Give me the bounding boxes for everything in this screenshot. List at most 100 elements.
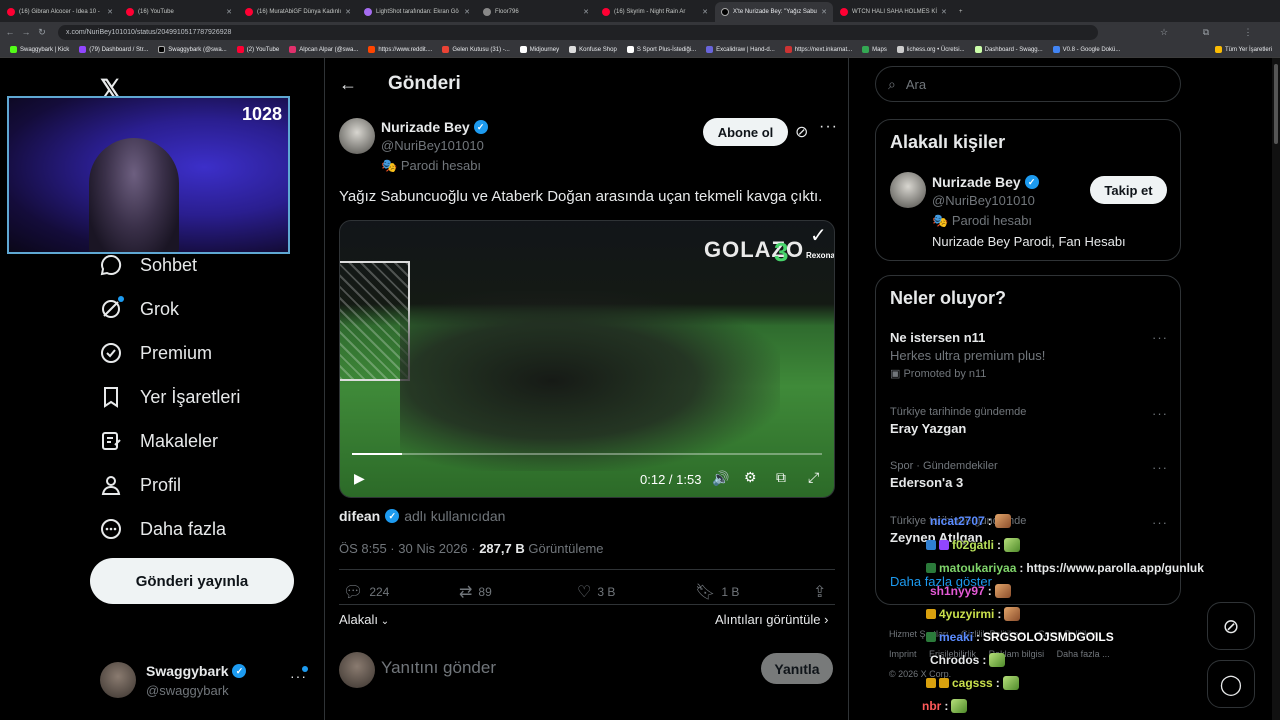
all-bookmarks[interactable]: Tüm Yer İşaretleri: [1214, 46, 1272, 53]
account-switcher[interactable]: Swaggybark ✓ @swaggybark ···: [100, 662, 314, 702]
subscribe-button[interactable]: Abone ol: [703, 118, 788, 146]
fullscreen-icon[interactable]: ⤢: [808, 469, 819, 486]
more-icon[interactable]: ···: [1152, 460, 1168, 475]
bookmark-item[interactable]: (2) YouTube: [236, 46, 279, 53]
chat-link[interactable]: https://www.parolla.app/gunluk: [1026, 561, 1204, 575]
nav-item-bookmarks[interactable]: Yer İşaretleri: [100, 386, 240, 408]
nav-item-profile[interactable]: Profil: [100, 474, 181, 496]
video-progress-bar[interactable]: [352, 453, 822, 455]
bookmark-item[interactable]: Gelen Kutusu (31) -...: [442, 46, 510, 53]
video-player[interactable]: GOLAZO 3 ✓ Rexona ▶ 0:12 / 1:53 🔊 ⚙ ⧉ ⤢: [339, 220, 835, 498]
video-progress-fill: [352, 453, 402, 455]
author-name[interactable]: Nurizade Bey ✓: [381, 119, 488, 135]
nav-item-grok[interactable]: Grok: [100, 296, 179, 320]
close-icon[interactable]: ✕: [345, 8, 351, 16]
bookmark-item[interactable]: https://www.reddit....: [368, 46, 432, 53]
like-action[interactable]: ♡ 3 B: [577, 582, 615, 602]
more-icon[interactable]: ···: [1152, 406, 1168, 421]
scrollbar-thumb[interactable]: [1274, 64, 1278, 144]
scrollbar[interactable]: [1272, 58, 1280, 720]
bookmark-item[interactable]: V0.8 - Google Dokü...: [1052, 46, 1120, 53]
more-icon[interactable]: ···: [819, 118, 838, 136]
chat-message: 4yuzyirmi:: [926, 607, 1021, 621]
avatar[interactable]: [890, 172, 926, 208]
forward-icon[interactable]: →: [20, 27, 32, 37]
bookmark-item[interactable]: Swaggybark (@swa...: [158, 46, 227, 53]
mask-icon: 🎭: [932, 213, 949, 228]
more-icon[interactable]: ···: [1152, 330, 1168, 345]
settings-gear-icon[interactable]: ⚙: [744, 469, 757, 486]
bookmark-item[interactable]: Maps: [862, 46, 887, 53]
close-icon[interactable]: ✕: [464, 8, 470, 16]
trend-item[interactable]: Ne istersen n11 Herkes ultra premium plu…: [890, 330, 1170, 380]
footer-link[interactable]: Imprint: [889, 649, 917, 659]
bookmark-item[interactable]: Alpcan Alpar (@swa...: [289, 46, 358, 53]
menu-icon[interactable]: ⋮: [1242, 27, 1254, 38]
sort-dropdown[interactable]: Alakalı ⌄: [339, 612, 389, 627]
browser-tab[interactable]: (16) Skyrim - Night Rain Ar ✕: [596, 2, 714, 22]
bookmark-action[interactable]: 🔖︎ 1 B: [695, 582, 739, 602]
repost-action[interactable]: ⇄ 89: [459, 582, 492, 602]
browser-tab[interactable]: (16) YouTube ✕: [120, 2, 238, 22]
close-icon[interactable]: ✕: [583, 8, 589, 16]
bookmark-item[interactable]: Konfuse Shop: [569, 46, 617, 53]
person-name[interactable]: Nurizade Bey ✓: [932, 174, 1039, 190]
source-user[interactable]: difean: [339, 508, 380, 524]
stream-chat-overlay: nicat2707: f02gatli: matoukariyaa: https…: [922, 512, 1242, 720]
bookmark-item[interactable]: lichess.org • Ücretsi...: [896, 46, 965, 53]
author-handle[interactable]: @NuriBey101010: [381, 138, 484, 153]
search-input[interactable]: [905, 76, 1146, 92]
reply-action[interactable]: 💬︎ 224: [343, 582, 389, 602]
reply-button[interactable]: Yanıtla: [761, 653, 833, 684]
browser-tab-active[interactable]: X'te Nurizade Bey: "Yağız Sabu ✕: [715, 2, 833, 22]
share-action[interactable]: ⇪: [813, 582, 826, 602]
grok-icon[interactable]: ⊘: [795, 122, 808, 142]
close-icon[interactable]: ✕: [702, 8, 708, 16]
chat-message: matoukariyaa: https://www.parolla.app/gu…: [926, 561, 1204, 575]
bookmark-icon: 🔖︎: [695, 584, 716, 601]
bookmark-item[interactable]: S Sport Plus-İstediği...: [626, 46, 696, 53]
browser-tab[interactable]: (16) Gibran Alcocer - Idea 10 - ✕: [1, 2, 119, 22]
close-icon[interactable]: ✕: [107, 8, 113, 16]
view-quotes-link[interactable]: Alıntıları görüntüle ›: [715, 612, 828, 627]
browser-tab[interactable]: LightShot tarafından: Ekran Gö ✕: [358, 2, 476, 22]
back-arrow-icon[interactable]: ←: [339, 74, 357, 95]
trend-item[interactable]: Spor · Gündemdekiler Ederson'a 3 ···: [890, 460, 1170, 490]
nav-item-premium[interactable]: Premium: [100, 342, 212, 364]
trend-item[interactable]: Türkiye tarihinde gündemde Eray Yazgan ·…: [890, 406, 1170, 436]
new-tab-button[interactable]: +: [953, 2, 969, 22]
chat-username: f02gatli: [952, 538, 995, 552]
reply-input[interactable]: [381, 656, 741, 680]
search-box[interactable]: ⌕: [875, 66, 1181, 102]
post-button[interactable]: Gönderi yayınla: [90, 558, 294, 604]
bookmark-item[interactable]: Excalidraw | Hand-d...: [706, 46, 775, 53]
volume-icon[interactable]: 🔊: [712, 470, 729, 487]
chat-username: Chrodos: [930, 653, 980, 667]
close-icon[interactable]: ✕: [821, 8, 827, 16]
browser-tab[interactable]: Floor796 ✕: [477, 2, 595, 22]
url-field[interactable]: x.com/NuriBey101010/status/2049910517787…: [58, 24, 1098, 40]
bookmark-item[interactable]: Midjourney: [519, 46, 559, 53]
post-actions: 💬︎ 224 ⇄ 89 ♡ 3 B 🔖︎ 1 B ⇪: [339, 582, 835, 602]
follow-button[interactable]: Takip et: [1090, 176, 1167, 204]
browser-tab[interactable]: WTCN HALI SAHA HOLMES Kİ ✕: [834, 2, 952, 22]
bookmark-item[interactable]: Swaggybark | Kick: [10, 46, 69, 53]
bookmark-star-icon[interactable]: ☆: [1158, 27, 1170, 38]
bookmark-item[interactable]: https://next.inkarnat...: [784, 46, 852, 53]
bookmark-item[interactable]: Dashboard - Swagg...: [974, 46, 1043, 53]
nav-item-more[interactable]: Daha fazla: [100, 518, 226, 540]
extensions-icon[interactable]: ⧉: [1200, 27, 1212, 38]
nav-item-articles[interactable]: Makaleler: [100, 430, 218, 452]
play-icon[interactable]: ▶: [354, 470, 365, 487]
browser-tab[interactable]: (16) MuratAbiGF Dünya Kadınlı ✕: [239, 2, 357, 22]
nav-item-chat[interactable]: Sohbet: [100, 254, 197, 276]
close-icon[interactable]: ✕: [941, 8, 947, 16]
bookmark-item[interactable]: (79) Dashboard / Str...: [79, 46, 148, 53]
post-timestamp[interactable]: ÖS 8:55 · 30 Nis 2026 ·: [339, 541, 479, 556]
close-icon[interactable]: ✕: [226, 8, 232, 16]
author-avatar[interactable]: [339, 118, 375, 154]
back-icon[interactable]: ←: [4, 27, 16, 37]
reload-icon[interactable]: ↻: [36, 27, 48, 38]
heart-icon: ♡: [577, 584, 592, 601]
picture-in-picture-icon[interactable]: ⧉: [776, 469, 786, 486]
